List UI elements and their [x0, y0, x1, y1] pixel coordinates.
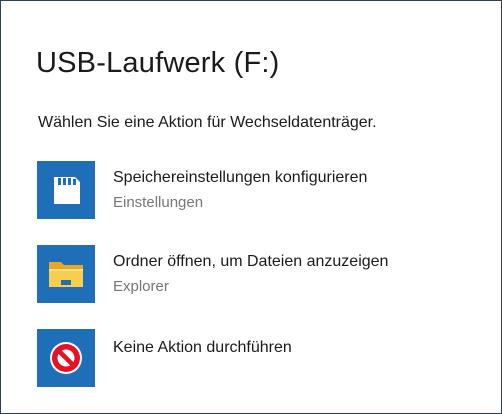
option-open-folder[interactable]: Ordner öffnen, um Dateien anzuzeigen Exp… [37, 245, 477, 303]
option-label: Keine Aktion durchführen [113, 339, 292, 356]
option-sublabel: Explorer [113, 278, 169, 295]
dialog-title: USB-Laufwerk (F:) [36, 47, 280, 79]
option-sublabel: Einstellungen [113, 194, 204, 211]
sd-card-icon [37, 161, 95, 219]
option-label: Speichereinstellungen konfigurieren [113, 169, 368, 186]
option-configure-storage[interactable]: Speichereinstellungen konfigurieren Eins… [37, 161, 477, 219]
option-no-action[interactable]: Keine Aktion durchführen [37, 329, 477, 387]
folder-icon [37, 245, 95, 303]
dialog-subtitle: Wählen Sie eine Aktion für Wechseldatent… [38, 114, 377, 131]
option-label: Ordner öffnen, um Dateien anzuzeigen [113, 253, 389, 270]
no-action-icon [37, 329, 95, 387]
autoplay-dialog: USB-Laufwerk (F:) Wählen Sie eine Aktion… [0, 0, 502, 414]
